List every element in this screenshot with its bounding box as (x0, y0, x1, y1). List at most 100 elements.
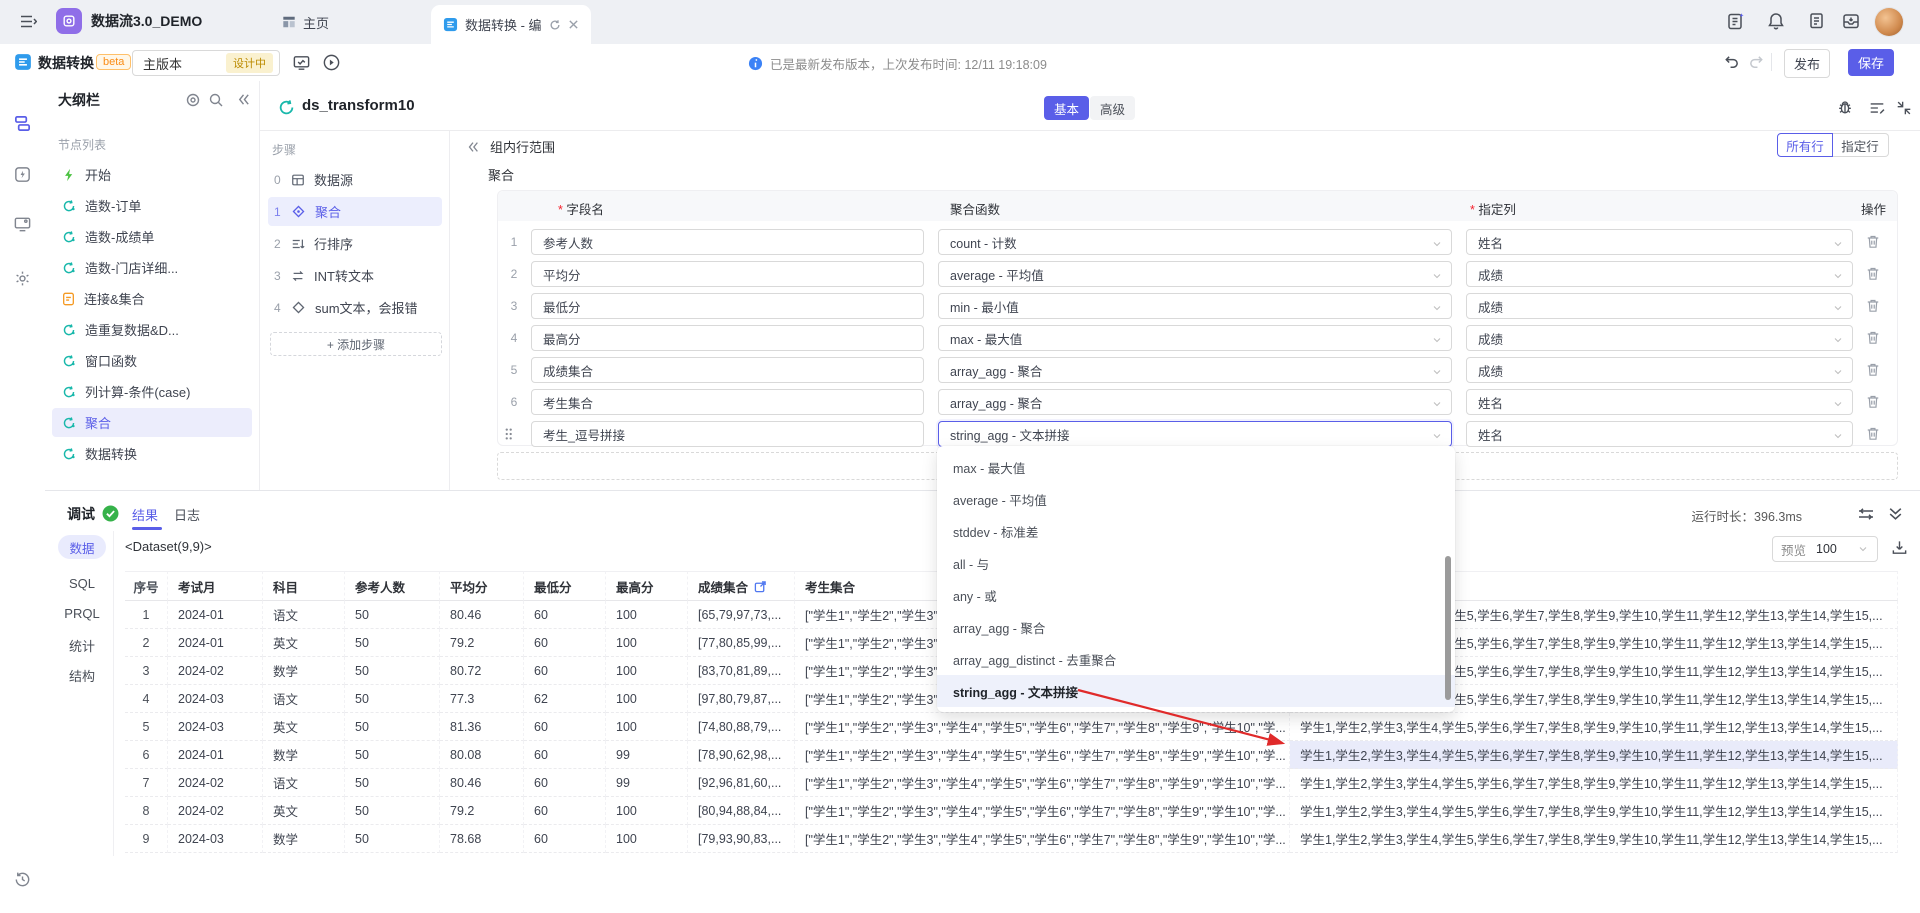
history-icon[interactable] (13, 870, 32, 889)
delete-row-icon[interactable] (1866, 394, 1880, 409)
dropdown-option[interactable]: average - 平均值 (937, 483, 1455, 515)
tab-home[interactable]: 主页 (282, 0, 329, 44)
inbox-icon[interactable] (1841, 11, 1861, 31)
dropdown-option[interactable]: string_agg - 文本拼接 (937, 675, 1455, 707)
target-column-select[interactable]: 姓名 (1466, 389, 1853, 415)
add-step-button[interactable]: + 添加步骤 (270, 332, 442, 356)
search-icon[interactable] (208, 92, 224, 108)
panel-adjust-icon[interactable] (1857, 506, 1875, 522)
side-tab-SQL[interactable]: SQL (45, 576, 119, 591)
undo-icon[interactable] (1723, 54, 1740, 70)
row-mode-specified-button[interactable]: 指定行 (1832, 133, 1889, 157)
side-tab-结构[interactable]: 结构 (45, 666, 119, 685)
field-name-input[interactable]: 最低分 (531, 293, 924, 319)
step-sum文本，会报错[interactable]: 4sum文本，会报错 (268, 293, 442, 322)
agg-function-select[interactable]: max - 最大值 (938, 325, 1452, 351)
tab-refresh-icon[interactable] (549, 19, 561, 31)
dropdown-option[interactable]: any - 或 (937, 579, 1455, 611)
tab-result[interactable]: 结果 (132, 505, 158, 524)
target-column-select[interactable]: 姓名 (1466, 421, 1853, 447)
settings-gear-icon[interactable] (13, 269, 32, 288)
download-icon[interactable] (1891, 539, 1908, 556)
side-tab-PRQL[interactable]: PRQL (45, 606, 119, 621)
version-select[interactable]: 主版本 设计中 (132, 50, 280, 76)
sidebar-node-造数-成绩单[interactable]: 造数-成绩单 (52, 222, 252, 251)
side-tab-统计[interactable]: 统计 (45, 636, 119, 655)
delete-row-icon[interactable] (1866, 330, 1880, 345)
tab-data-transform[interactable]: 数据转换 - 编... (431, 5, 591, 44)
delete-row-icon[interactable] (1866, 266, 1880, 281)
step-INT转文本[interactable]: 3INT转文本 (268, 261, 442, 290)
run-icon[interactable] (322, 53, 341, 72)
field-name-input[interactable]: 最高分 (531, 325, 924, 351)
field-name-input[interactable]: 考生集合 (531, 389, 924, 415)
dropdown-option[interactable]: array_agg_distinct - 去重聚合 (937, 643, 1455, 675)
sidebar-node-聚合[interactable]: 聚合 (52, 408, 252, 437)
flow-nav-icon[interactable] (13, 114, 32, 133)
side-tab-data[interactable]: 数据 (58, 535, 106, 559)
sidebar-node-列计算-条件(case)[interactable]: 列计算-条件(case) (52, 377, 252, 406)
delete-row-icon[interactable] (1866, 234, 1880, 249)
canvas-view-icon[interactable] (292, 53, 311, 72)
docs-icon[interactable] (1806, 11, 1826, 31)
step-行排序[interactable]: 2行排序 (268, 229, 442, 258)
sidebar-toggle-icon[interactable] (20, 14, 37, 29)
delete-row-icon[interactable] (1866, 362, 1880, 377)
notification-bell-icon[interactable] (1766, 11, 1786, 31)
collapse-debug-icon[interactable] (1887, 505, 1904, 522)
collapse-outline-icon[interactable] (236, 92, 251, 107)
collapse-panel-icon[interactable] (1895, 99, 1913, 117)
agg-function-select[interactable]: min - 最小值 (938, 293, 1452, 319)
app-switcher[interactable]: 数据流3.0_DEMO (56, 8, 202, 34)
tab-close-icon[interactable] (568, 19, 579, 30)
agg-function-select[interactable]: array_agg - 聚合 (938, 357, 1452, 383)
save-button[interactable]: 保存 (1848, 49, 1894, 76)
monitor-nav-icon[interactable] (13, 215, 32, 234)
sidebar-node-窗口函数[interactable]: 窗口函数 (52, 346, 252, 375)
redo-icon[interactable] (1748, 54, 1765, 70)
target-column-select[interactable]: 成绩 (1466, 261, 1853, 287)
debug-bug-icon[interactable] (1836, 98, 1854, 116)
tab-advanced[interactable]: 高级 (1090, 96, 1135, 120)
drag-handle-icon[interactable] (504, 427, 524, 441)
dropdown-scrollbar[interactable] (1445, 556, 1451, 700)
tab-log[interactable]: 日志 (174, 505, 200, 524)
agg-function-select[interactable]: average - 平均值 (938, 261, 1452, 287)
row-mode-all-button[interactable]: 所有行 (1777, 133, 1833, 157)
target-column-select[interactable]: 成绩 (1466, 293, 1853, 319)
field-list-icon[interactable] (1868, 99, 1886, 117)
sidebar-node-开始[interactable]: 开始 (52, 160, 252, 189)
sidebar-node-数据转换[interactable]: 数据转换 (52, 439, 252, 468)
field-name-input[interactable]: 平均分 (531, 261, 924, 287)
step-聚合[interactable]: 1聚合 (268, 197, 442, 226)
target-column-select[interactable]: 成绩 (1466, 357, 1853, 383)
publish-button[interactable]: 发布 (1784, 49, 1830, 78)
trigger-nav-icon[interactable] (13, 165, 32, 184)
field-name-input[interactable]: 考生_逗号拼接 (531, 421, 924, 447)
notes-icon[interactable] (1726, 11, 1746, 31)
sidebar-node-连接&集合[interactable]: 连接&集合 (52, 284, 252, 313)
field-name-input[interactable]: 成绩集合 (531, 357, 924, 383)
sidebar-node-造数-门店详细...[interactable]: 造数-门店详细... (52, 253, 252, 282)
delete-row-icon[interactable] (1866, 298, 1880, 313)
agg-function-select[interactable]: string_agg - 文本拼接 (938, 421, 1452, 447)
step-数据源[interactable]: 0数据源 (268, 165, 442, 194)
tab-basic[interactable]: 基本 (1044, 96, 1089, 120)
dropdown-option[interactable]: all - 与 (937, 547, 1455, 579)
user-avatar[interactable] (1875, 8, 1903, 36)
field-name-input[interactable]: 参考人数 (531, 229, 924, 255)
agg-function-select[interactable]: count - 计数 (938, 229, 1452, 255)
delete-row-icon[interactable] (1866, 426, 1880, 441)
collapse-section-icon[interactable] (466, 140, 480, 154)
dropdown-option[interactable]: max - 最大值 (937, 451, 1455, 483)
sidebar-node-造数-订单[interactable]: 造数-订单 (52, 191, 252, 220)
target-column-select[interactable]: 姓名 (1466, 229, 1853, 255)
target-column-select[interactable]: 成绩 (1466, 325, 1853, 351)
expand-column-icon[interactable] (748, 580, 767, 593)
locate-icon[interactable] (185, 92, 201, 108)
agg-function-select[interactable]: array_agg - 聚合 (938, 389, 1452, 415)
dropdown-option[interactable]: array_agg - 聚合 (937, 611, 1455, 643)
dropdown-option[interactable]: stddev - 标准差 (937, 515, 1455, 547)
sidebar-node-造重复数据&D...[interactable]: 造重复数据&D... (52, 315, 252, 344)
preview-count-select[interactable]: 预览 100 (1772, 536, 1878, 562)
